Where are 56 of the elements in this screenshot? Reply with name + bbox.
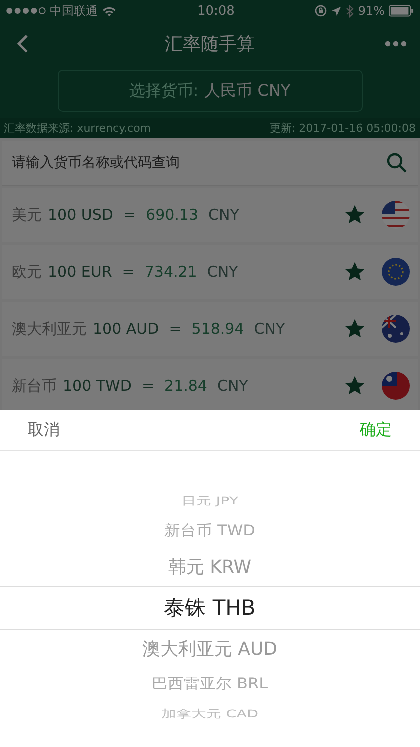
picker-option[interactable]: 新台币 TWD	[164, 522, 256, 542]
base-currency: CNY	[208, 206, 240, 224]
flag-icon	[382, 258, 410, 286]
update-time: 更新: 2017-01-16 05:00:08	[270, 120, 416, 136]
flag-icon	[382, 315, 410, 343]
base-currency: CNY	[207, 263, 238, 281]
carrier-name: 中国联通	[50, 2, 98, 20]
star-icon[interactable]	[344, 318, 366, 340]
search-icon[interactable]	[386, 152, 408, 174]
converted-value: 518.94	[192, 320, 244, 338]
picker-option[interactable]: 日元 JPY	[181, 494, 239, 508]
currency-name: 新台币	[12, 376, 57, 396]
picker-option[interactable]: 泰铢 THB	[164, 594, 256, 622]
currency-amount: 100 EUR	[48, 263, 112, 281]
equals-sign: =	[169, 320, 182, 338]
currency-amount: 100 AUD	[93, 320, 160, 338]
rotation-lock-icon	[315, 5, 328, 17]
picker-option[interactable]: 澳大利亚元 AUD	[142, 637, 278, 661]
star-icon[interactable]	[344, 375, 366, 397]
star-icon[interactable]	[344, 261, 366, 283]
converted-value: 734.21	[144, 263, 198, 281]
search-field[interactable]: 请输入货币名称或代码查询	[2, 141, 418, 186]
picker-option[interactable]: 巴西雷亚尔 BRL	[152, 674, 268, 694]
equals-sign: =	[122, 263, 135, 281]
currency-name: 澳大利亚元	[12, 320, 87, 338]
status-time: 10:08	[197, 4, 235, 18]
converted-value: 690.13	[146, 206, 199, 224]
wifi-icon	[102, 6, 117, 16]
location-arrow-icon	[331, 6, 342, 16]
rate-row[interactable]: 澳大利亚元 100 AUD = 518.94 CNY	[2, 302, 418, 356]
bluetooth-icon	[346, 4, 354, 18]
picker-option[interactable]: 加拿大元 CAD	[161, 708, 259, 722]
flag-icon	[382, 201, 410, 229]
page-title: 汇率随手算	[165, 33, 255, 56]
currency-name: 美元	[12, 206, 42, 224]
currency-amount: 100 TWD	[63, 377, 132, 395]
battery-percent: 91%	[358, 4, 386, 18]
base-currency: CNY	[217, 377, 248, 395]
data-source-text: 汇率数据来源: xurrency.com	[4, 120, 152, 136]
rate-row[interactable]: 欧元 100 EUR = 734.21 CNY	[2, 245, 418, 299]
base-currency: CNY	[254, 320, 286, 338]
converted-value: 21.84	[164, 377, 208, 395]
currency-selector[interactable]: 选择货币: 人民币 CNY	[58, 70, 362, 112]
cancel-button[interactable]: 取消	[28, 420, 60, 440]
battery-icon	[389, 5, 414, 17]
picker-option[interactable]: 韩元 KRW	[168, 555, 252, 579]
equals-sign: =	[142, 377, 155, 395]
equals-sign: =	[123, 206, 136, 224]
rate-row[interactable]: 新台币 100 TWD = 21.84 CNY	[2, 359, 418, 410]
currency-amount: 100 USD	[48, 206, 114, 224]
confirm-button[interactable]: 确定	[360, 420, 392, 440]
star-icon[interactable]	[344, 204, 366, 226]
flag-icon	[382, 372, 410, 400]
currency-name: 欧元	[12, 262, 42, 282]
rate-row[interactable]: 美元 100 USD = 690.13 CNY	[2, 188, 418, 242]
signal-icon	[6, 7, 46, 15]
